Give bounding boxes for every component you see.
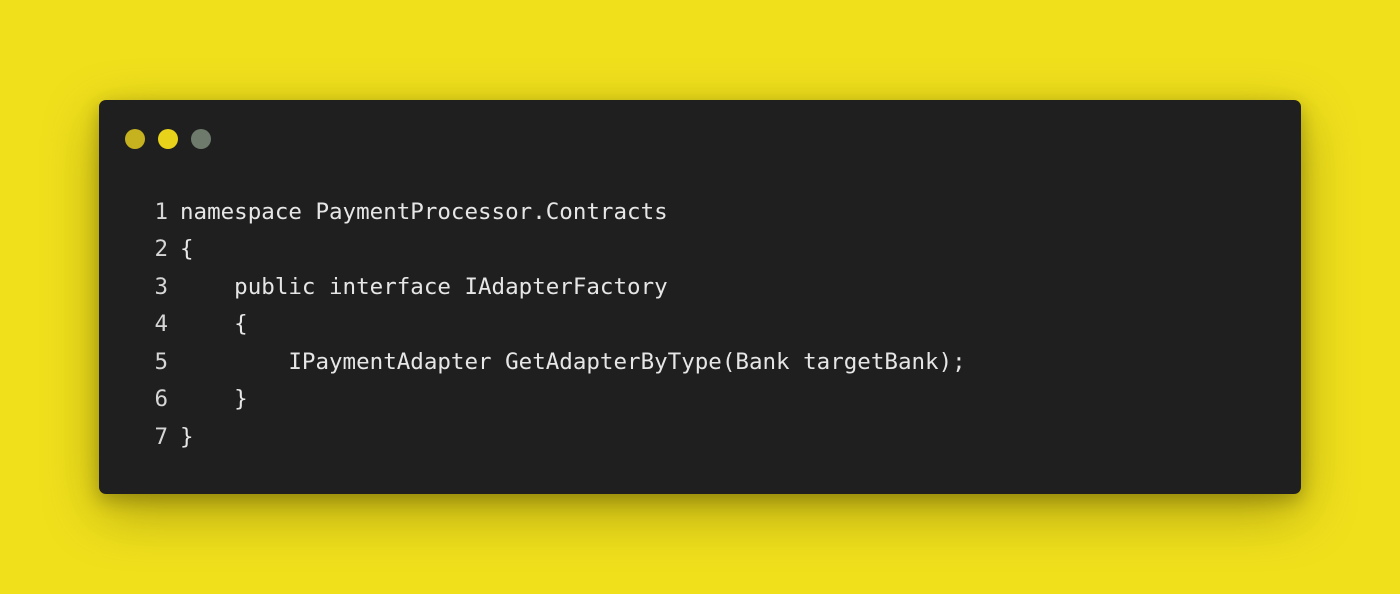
line-number: 5: [154, 348, 168, 375]
code-line: 6 }: [147, 381, 966, 419]
code-text: }: [180, 423, 194, 450]
line-number: 7: [154, 423, 168, 450]
code-text: }: [180, 386, 248, 413]
window-controls: [125, 129, 211, 149]
code-text: {: [180, 236, 194, 263]
code-line: 3 public interface IAdapterFactory: [147, 268, 966, 306]
code-line: 7 }: [147, 418, 966, 456]
close-dot-icon[interactable]: [125, 129, 145, 149]
line-number: 2: [154, 236, 168, 263]
code-line: 1 namespace PaymentProcessor.Contracts: [147, 193, 966, 231]
code-line: 2 {: [147, 231, 966, 269]
code-text: IPaymentAdapter GetAdapterByType(Bank ta…: [180, 348, 966, 375]
line-number: 1: [154, 198, 168, 225]
line-number: 3: [154, 273, 168, 300]
code-line: 5 IPaymentAdapter GetAdapterByType(Bank …: [147, 343, 966, 381]
code-text: public interface IAdapterFactory: [180, 273, 668, 300]
line-number: 4: [154, 311, 168, 338]
code-window: 1 namespace PaymentProcessor.Contracts 2…: [99, 100, 1301, 494]
code-block: 1 namespace PaymentProcessor.Contracts 2…: [147, 193, 966, 456]
maximize-dot-icon[interactable]: [191, 129, 211, 149]
minimize-dot-icon[interactable]: [158, 129, 178, 149]
code-line: 4 {: [147, 306, 966, 344]
code-text: {: [180, 311, 248, 338]
line-number: 6: [154, 386, 168, 413]
code-text: namespace PaymentProcessor.Contracts: [180, 198, 668, 225]
